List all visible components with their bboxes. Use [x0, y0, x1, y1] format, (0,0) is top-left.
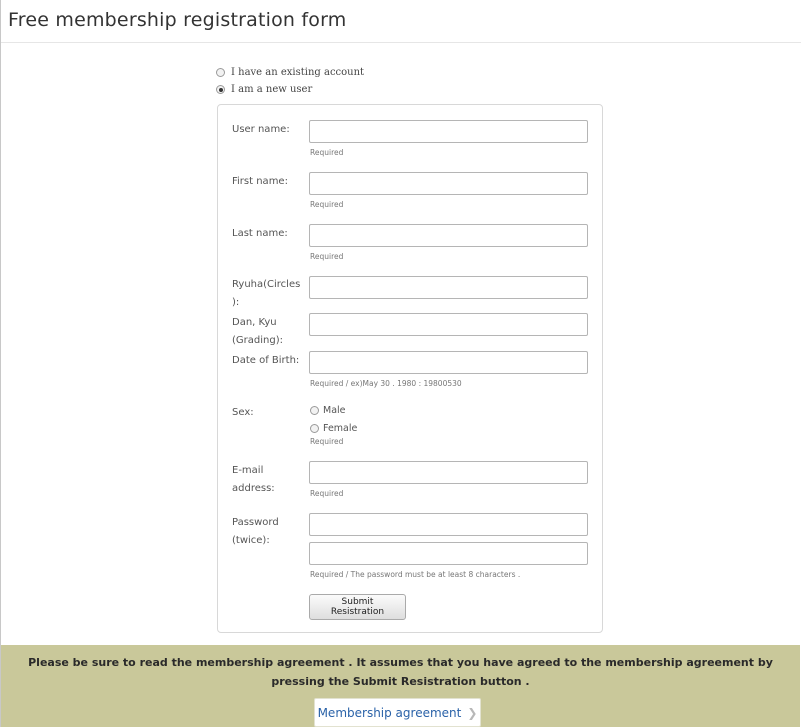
username-input[interactable]: [309, 120, 588, 143]
sex-male-radio[interactable]: [310, 406, 319, 415]
lastname-hint: Required: [310, 252, 344, 261]
email-hint: Required: [310, 489, 344, 498]
password-hint: Required / The password must be at least…: [310, 570, 521, 579]
new-user-label: I am a new user: [231, 84, 313, 95]
lastname-label: Last name:: [232, 228, 288, 239]
email-label-line-1: E-mail: [232, 465, 264, 476]
membership-agreement-label: Membership agreement: [317, 705, 462, 720]
agreement-footer: Please be sure to read the membership ag…: [1, 645, 800, 727]
dan-kyu-label-line-2: (Grading):: [232, 335, 283, 346]
password-label-line-2: (twice):: [232, 535, 270, 546]
password-confirm-input[interactable]: [309, 542, 588, 565]
existing-account-option[interactable]: I have an existing account: [216, 67, 364, 78]
dan-kyu-label: Dan, Kyu (Grading):: [232, 314, 292, 350]
firstname-input[interactable]: [309, 172, 588, 195]
agreement-notice: Please be sure to read the membership ag…: [28, 656, 773, 688]
password-label: Password (twice):: [232, 514, 292, 550]
sex-female-radio[interactable]: [310, 424, 319, 433]
username-hint: Required: [310, 148, 344, 157]
dan-kyu-label-line-1: Dan, Kyu: [232, 317, 277, 328]
password-label-line-1: Password: [232, 517, 279, 528]
lastname-input[interactable]: [309, 224, 588, 247]
firstname-label: First name:: [232, 176, 288, 187]
ryuha-label-line-2: ):: [232, 297, 240, 308]
password-input[interactable]: [309, 513, 588, 536]
dob-label: Date of Birth:: [232, 355, 300, 366]
ryuha-label: Ryuha(Circles ):: [232, 276, 301, 312]
email-label-line-2: address:: [232, 483, 275, 494]
ryuha-input[interactable]: [309, 276, 588, 299]
email-label: E-mail address:: [232, 462, 292, 498]
sex-female-option[interactable]: Female: [310, 423, 357, 434]
sex-hint: Required: [310, 437, 344, 446]
username-label: User name:: [232, 124, 290, 135]
chevron-right-icon: ❯: [467, 705, 478, 720]
email-input[interactable]: [309, 461, 588, 484]
dan-kyu-input[interactable]: [309, 313, 588, 336]
sex-female-label: Female: [323, 423, 358, 434]
dob-input[interactable]: [309, 351, 588, 374]
firstname-hint: Required: [310, 200, 344, 209]
sex-male-option[interactable]: Male: [310, 405, 346, 416]
new-user-radio[interactable]: [216, 85, 225, 94]
page-title: Free membership registration form: [8, 9, 347, 31]
new-user-option[interactable]: I am a new user: [216, 84, 312, 95]
sex-male-label: Male: [323, 405, 346, 416]
sex-label: Sex:: [232, 407, 254, 418]
existing-account-label: I have an existing account: [231, 67, 365, 78]
title-divider: [1, 42, 801, 43]
dob-hint: Required / ex)May 30 . 1980 : 19800530: [310, 379, 462, 388]
membership-agreement-button[interactable]: Membership agreement ❯: [314, 698, 481, 727]
existing-account-radio[interactable]: [216, 68, 225, 77]
ryuha-label-line-1: Ryuha(Circles: [232, 279, 301, 290]
submit-registration-button[interactable]: Submit Resistration: [309, 594, 406, 620]
